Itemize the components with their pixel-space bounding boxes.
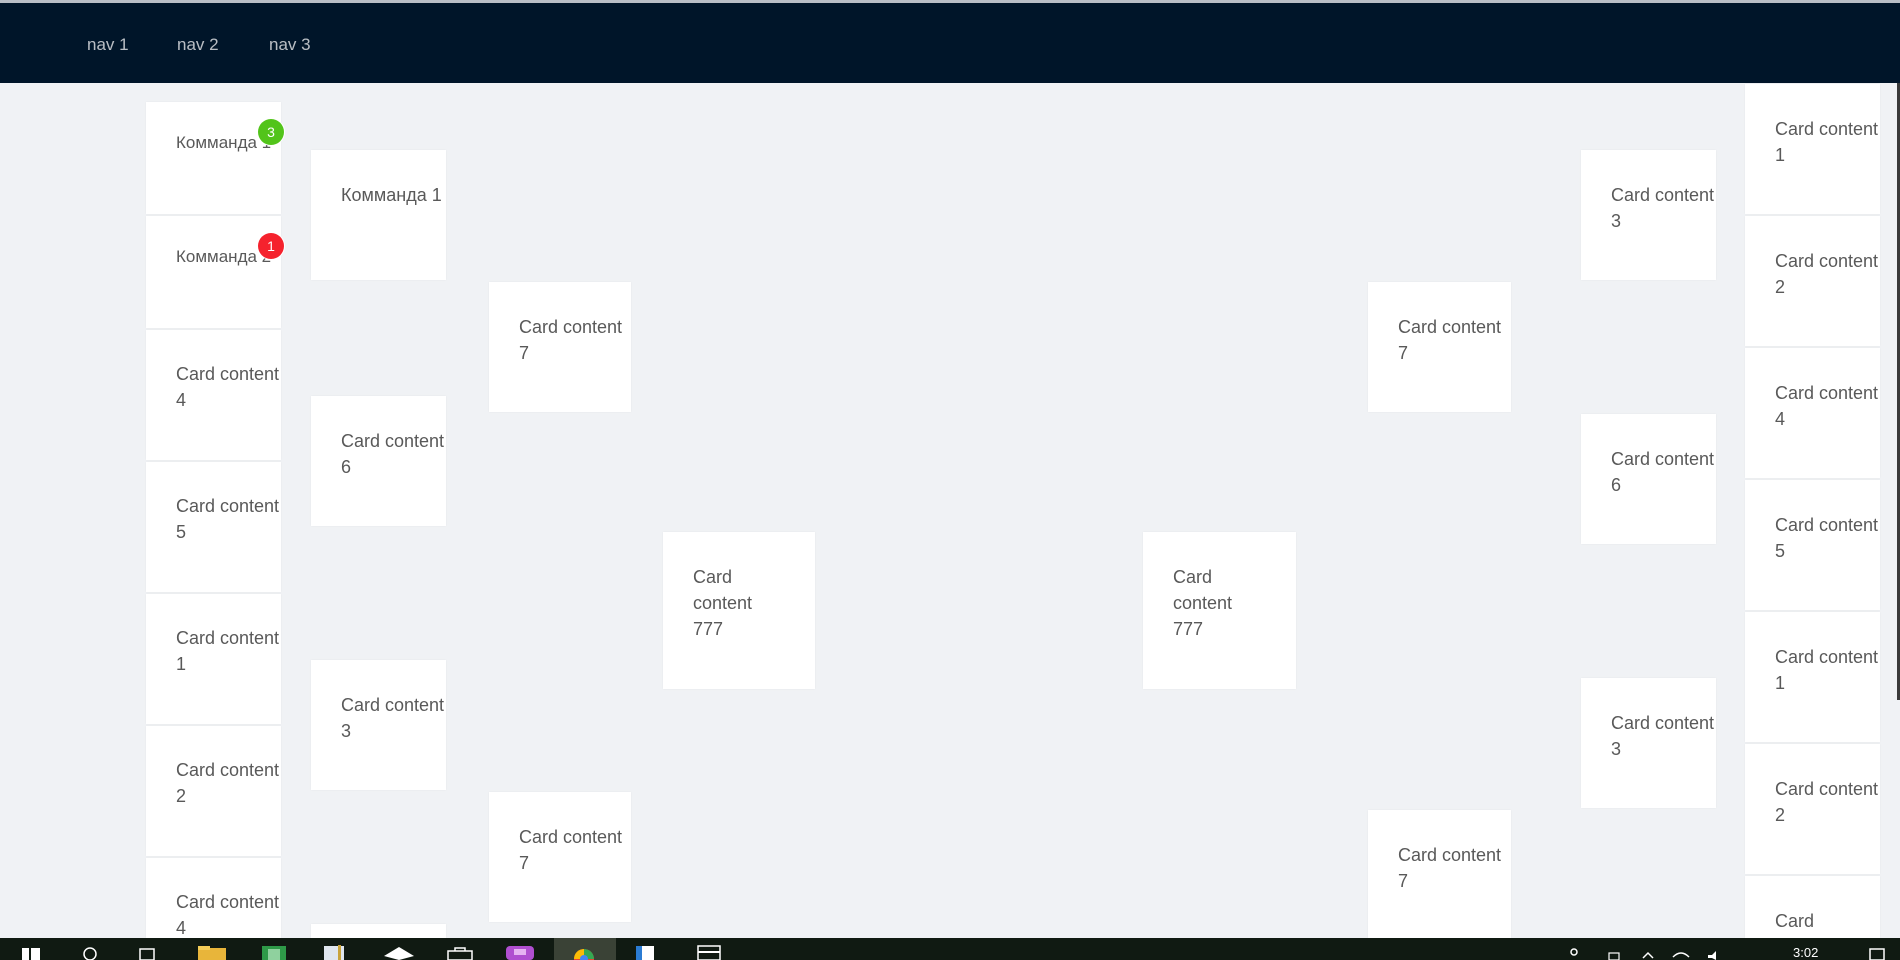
task-view-icon[interactable] xyxy=(138,945,158,960)
card-text: Card content 4 xyxy=(176,892,280,938)
card[interactable]: Card content 4 xyxy=(1745,348,1880,478)
card[interactable] xyxy=(311,924,446,938)
card[interactable]: Card content 7 xyxy=(1368,810,1511,938)
card[interactable]: Card content 3 xyxy=(311,660,446,790)
card[interactable]: Card content 7 xyxy=(489,792,631,922)
card[interactable]: Card content 1 xyxy=(1745,84,1880,214)
count-badge: 3 xyxy=(258,119,284,145)
team-card-1[interactable]: Комманда 1 3 xyxy=(146,102,284,214)
card-text: Card content 5 xyxy=(1775,515,1879,561)
card[interactable]: Card content 2 xyxy=(146,726,281,856)
card-text: Card content 7 xyxy=(519,317,623,363)
card-text: Card content 777 xyxy=(1173,567,1233,639)
spreadsheet-icon[interactable] xyxy=(262,945,286,960)
card-text: Card content 6 xyxy=(1611,449,1715,495)
notification-tray-icon[interactable] xyxy=(1606,945,1622,960)
team-card-2[interactable]: Комманда 2 1 xyxy=(146,216,284,328)
card-text: Card content 5 xyxy=(176,496,280,542)
card-text: Card content 7 xyxy=(1398,317,1502,363)
card-text: Card content 3 xyxy=(1611,185,1715,231)
card-text: Card content 7 xyxy=(519,827,623,873)
card[interactable]: Card content 5 xyxy=(146,462,281,592)
team-card[interactable]: Комманда 1 xyxy=(311,150,446,280)
browser-icon[interactable] xyxy=(570,945,598,960)
card-text: Card content 777 xyxy=(693,567,753,639)
card[interactable]: Card content 2 xyxy=(1745,216,1880,346)
card-text: Card content 1 xyxy=(1775,647,1879,693)
card[interactable]: Card content 2 xyxy=(1745,744,1880,874)
calculator-icon[interactable] xyxy=(696,945,722,960)
card-text: Card content 2 xyxy=(1775,251,1879,297)
card-text: Card content 2 xyxy=(176,760,280,806)
card[interactable]: Card content 1 xyxy=(1745,612,1880,742)
card[interactable]: Card content 6 xyxy=(311,396,446,526)
count-badge: 1 xyxy=(258,233,284,259)
card[interactable]: Card xyxy=(1745,876,1880,938)
start-icon[interactable] xyxy=(22,945,40,960)
wifi-icon[interactable] xyxy=(1672,945,1690,960)
top-nav-bar: nav 1 nav 2 nav 3 xyxy=(0,3,1900,83)
card-text: Card content 3 xyxy=(1611,713,1715,759)
card-text: Card content 2 xyxy=(1775,779,1879,825)
card[interactable]: Card content 3 xyxy=(1581,150,1716,280)
chevron-up-icon[interactable] xyxy=(1640,945,1656,960)
volume-icon[interactable] xyxy=(1706,945,1722,960)
nav-item-3[interactable]: nav 3 xyxy=(269,3,311,83)
store-icon[interactable] xyxy=(446,945,474,960)
card[interactable]: Card content 4 xyxy=(146,330,281,460)
card[interactable]: Card content 6 xyxy=(1581,414,1716,544)
person-icon[interactable] xyxy=(1566,945,1582,960)
os-taskbar: 3:02 xyxy=(0,938,1900,960)
notepad-icon[interactable] xyxy=(322,945,348,960)
card[interactable]: Card content 7 xyxy=(489,282,631,412)
card-text: Card content 1 xyxy=(1775,119,1879,165)
card-text: Card content 7 xyxy=(1398,845,1502,891)
card[interactable]: Card content 7 xyxy=(1368,282,1511,412)
search-icon[interactable] xyxy=(82,945,98,960)
card-text: Card content 4 xyxy=(1775,383,1879,429)
card-text: Card xyxy=(1775,911,1815,931)
card-text: Card content 4 xyxy=(176,364,280,410)
card-text: Card content 1 xyxy=(176,628,280,674)
card[interactable]: Card content 777 xyxy=(663,532,815,689)
card[interactable]: Card content 4 xyxy=(146,858,281,938)
card[interactable]: Card content 5 xyxy=(1745,480,1880,610)
nav-item-2[interactable]: nav 2 xyxy=(177,3,219,83)
app-icon[interactable] xyxy=(506,945,534,960)
network-icon[interactable] xyxy=(382,945,416,960)
card[interactable]: Card content 1 xyxy=(146,594,281,724)
taskbar-clock[interactable]: 3:02 xyxy=(1793,945,1818,960)
action-center-icon[interactable] xyxy=(1868,945,1886,960)
card[interactable]: Card content 3 xyxy=(1581,678,1716,808)
card[interactable]: Card content 777 xyxy=(1143,532,1296,689)
card-text: Card content 6 xyxy=(341,431,445,477)
nav-item-1[interactable]: nav 1 xyxy=(87,3,129,83)
card-text: Комманда 1 xyxy=(341,185,442,205)
document-icon[interactable] xyxy=(634,945,658,960)
file-explorer-icon[interactable] xyxy=(198,945,226,960)
card-text: Card content 3 xyxy=(341,695,445,741)
